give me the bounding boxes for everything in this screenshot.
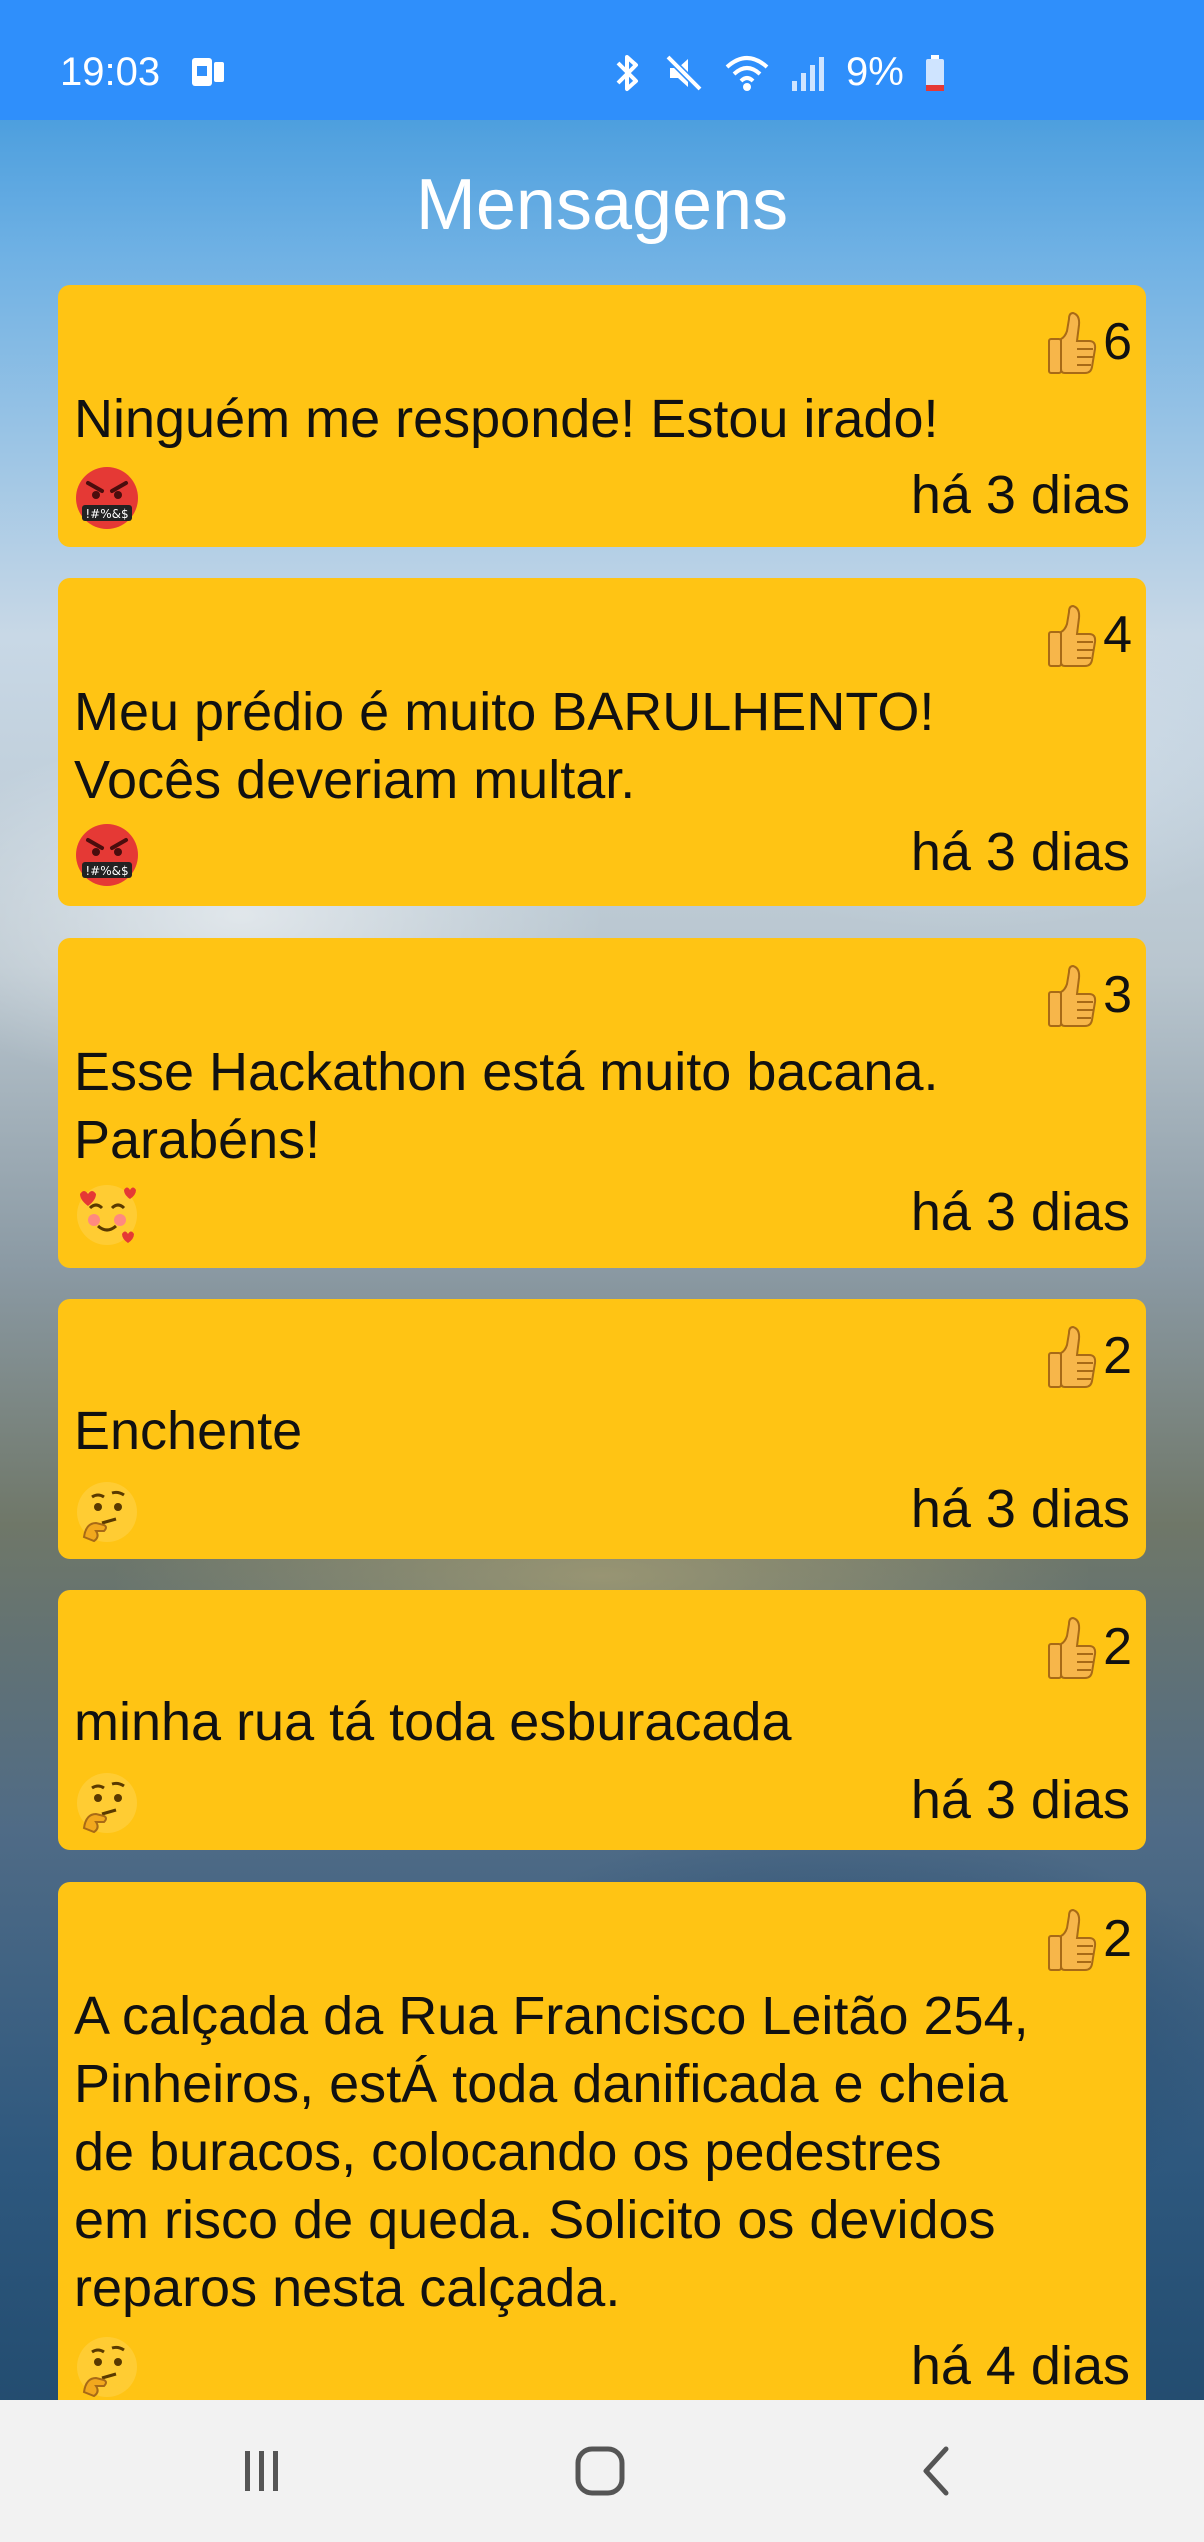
battery-percent: 9%: [846, 50, 904, 94]
message-text: Esse Hackathon está muito bacana. Parabé…: [74, 1042, 939, 1170]
bluetooth-icon: [616, 54, 638, 91]
thumbs-up-icon: [1047, 309, 1097, 375]
thumbs-up-icon: [1047, 1323, 1097, 1389]
thumbs-up-icon: [1047, 1614, 1097, 1680]
message-time: há 3 dias: [910, 465, 1130, 525]
thumbs-up-icon: [1047, 602, 1097, 668]
message-text: A calçada da Rua Francisco Leitão 254, P…: [74, 1986, 1029, 2318]
thinking-face-emoji: [74, 1479, 140, 1545]
mute-icon: [665, 54, 703, 91]
message-time: há 3 dias: [910, 822, 1130, 882]
like-button[interactable]: 3: [1047, 960, 1132, 1030]
like-count: 2: [1103, 1618, 1132, 1676]
like-button[interactable]: 6: [1047, 307, 1132, 377]
angry-cursing-emoji: [74, 465, 140, 531]
thumbs-up-icon: [1047, 962, 1097, 1028]
message-text: Enchente: [74, 1401, 303, 1461]
message-time: há 3 dias: [910, 1182, 1130, 1242]
home-button[interactable]: [530, 2400, 670, 2542]
thinking-face-emoji: [74, 2334, 140, 2400]
message-card[interactable]: 2 A calçada da Rua Francisco Leitão 254,…: [58, 1882, 1146, 2422]
sim-card-icon: [192, 58, 224, 86]
message-time: há 4 dias: [910, 2336, 1130, 2396]
thinking-face-emoji: [74, 1770, 140, 1836]
like-count: 6: [1103, 313, 1132, 371]
message-time: há 3 dias: [910, 1479, 1130, 1539]
battery-low-icon: [925, 54, 944, 91]
navigation-bar: [0, 2400, 1204, 2542]
recent-apps-button[interactable]: [192, 2400, 332, 2542]
page-title: Mensagens: [415, 165, 789, 245]
like-count: 2: [1103, 1910, 1132, 1968]
message-text: Meu prédio é muito BARULHENTO! Vocês dev…: [74, 682, 935, 810]
status-time: 19:03: [60, 50, 161, 94]
like-count: 2: [1103, 1327, 1132, 1385]
home-icon: [575, 2446, 625, 2496]
thumbs-up-icon: [1047, 1906, 1097, 1972]
message-card[interactable]: 2 minha rua tá toda esburacada há 3 dias: [58, 1590, 1146, 1850]
message-card[interactable]: 4 Meu prédio é muito BARULHENTO! Vocês d…: [58, 578, 1146, 906]
message-text: minha rua tá toda esburacada: [74, 1692, 792, 1752]
status-bar: 19:03 9%: [0, 0, 1204, 120]
message-text: Ninguém me responde! Estou irado!: [74, 389, 939, 449]
message-card[interactable]: 2 Enchente há 3 dias: [58, 1299, 1146, 1559]
angry-cursing-emoji: [74, 822, 140, 888]
like-button[interactable]: 2: [1047, 1904, 1132, 1974]
like-button[interactable]: 4: [1047, 600, 1132, 670]
recent-apps-icon: [245, 2451, 278, 2491]
status-icons: 9%: [610, 50, 946, 95]
message-card[interactable]: 6 Ninguém me responde! Estou irado! há 3…: [58, 285, 1146, 547]
smiling-hearts-emoji: [74, 1182, 140, 1248]
like-count: 3: [1103, 966, 1132, 1024]
signal-icon: [792, 56, 824, 91]
wifi-icon: [725, 55, 769, 91]
like-count: 4: [1103, 606, 1132, 664]
message-card[interactable]: 3 Esse Hackathon está muito bacana. Para…: [58, 938, 1146, 1268]
like-button[interactable]: 2: [1047, 1612, 1132, 1682]
like-button[interactable]: 2: [1047, 1321, 1132, 1391]
back-button[interactable]: [866, 2400, 1006, 2542]
back-icon: [923, 2446, 949, 2496]
message-time: há 3 dias: [910, 1770, 1130, 1830]
